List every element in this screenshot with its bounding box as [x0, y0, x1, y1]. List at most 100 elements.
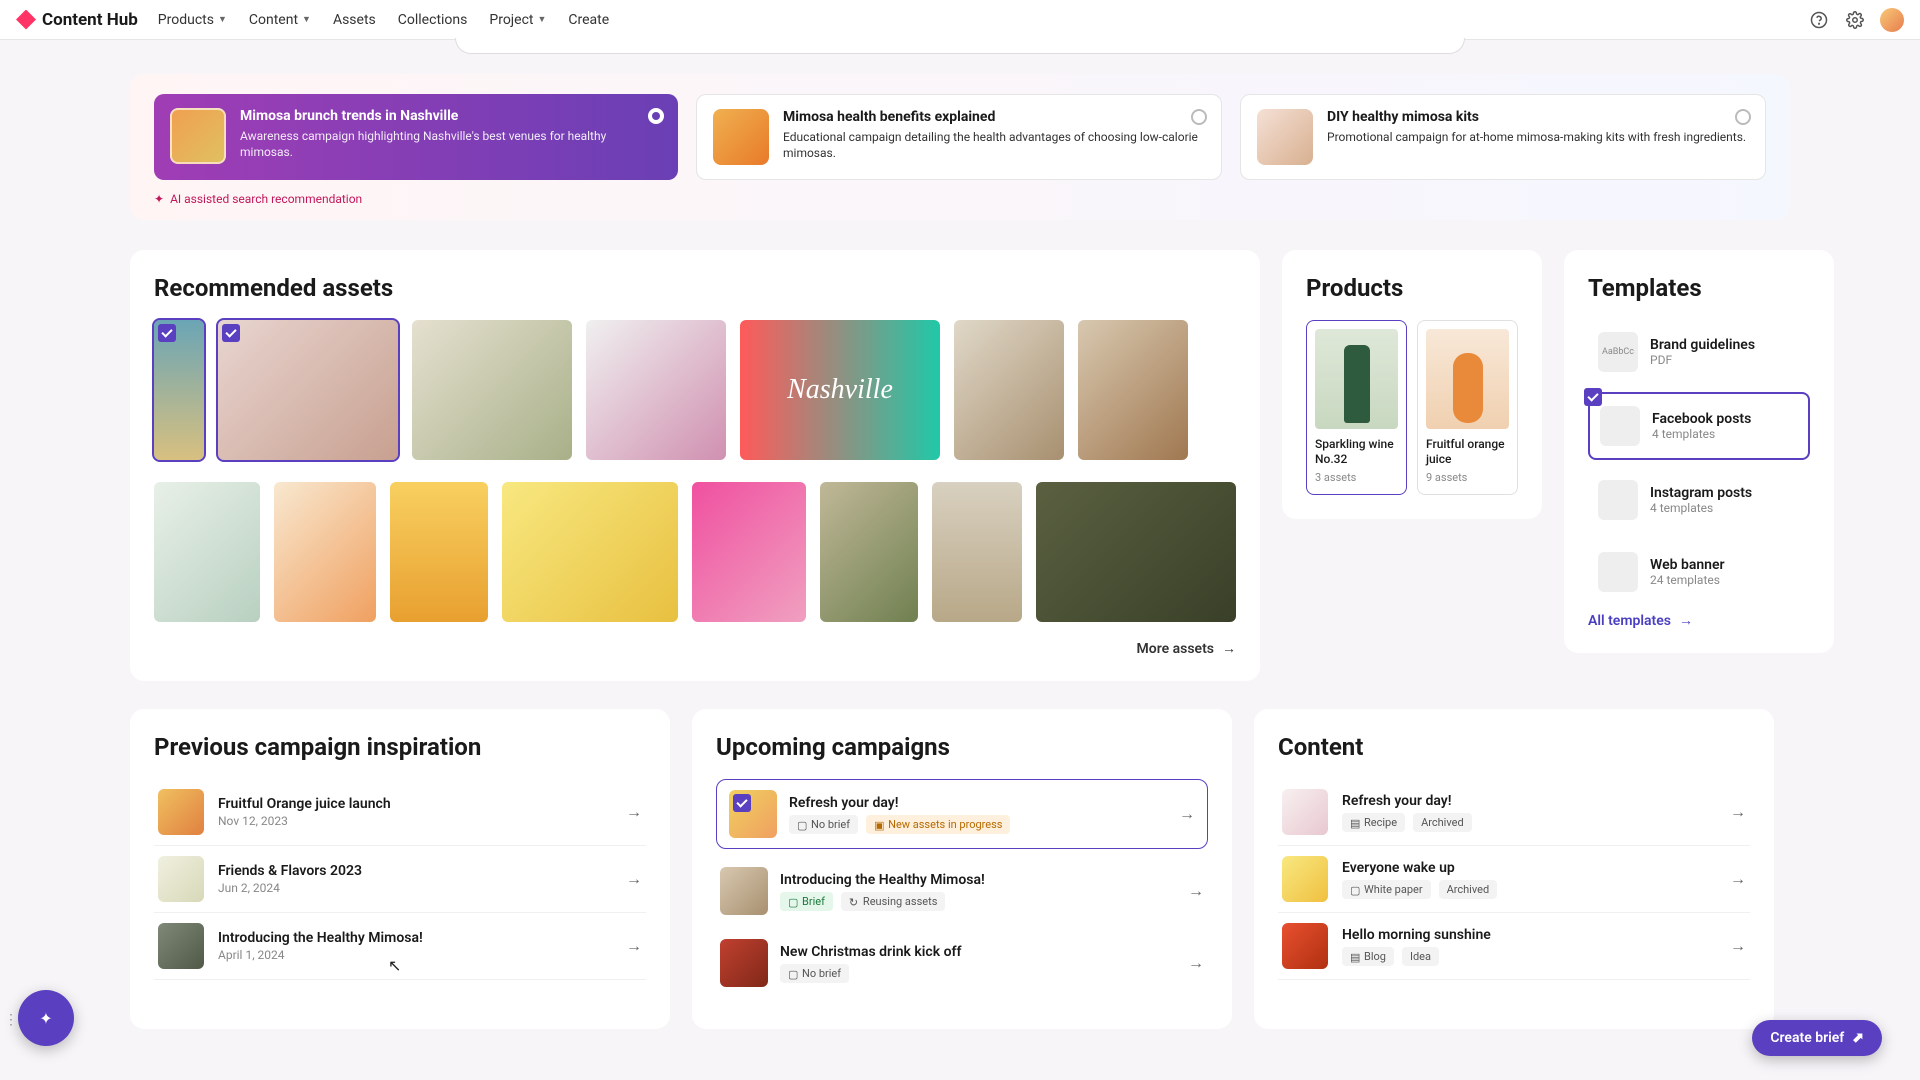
list-item[interactable]: Introducing the Healthy Mimosa!April 1, …: [154, 913, 646, 980]
nav-collections[interactable]: Collections: [398, 12, 468, 28]
asset-thumb[interactable]: [692, 482, 806, 622]
reco-card-1[interactable]: Mimosa health benefits explained Educati…: [696, 94, 1222, 180]
tag: ▢No brief: [789, 815, 858, 834]
template-item-1[interactable]: Facebook posts4 templates: [1588, 392, 1810, 460]
logo-icon: [16, 10, 36, 30]
recipe-icon: ▤: [1350, 817, 1360, 827]
chevron-down-icon: ▼: [537, 14, 546, 25]
list-item[interactable]: Everyone wake up ▢White paperArchived →: [1278, 846, 1750, 913]
asset-thumb[interactable]: [1078, 320, 1188, 460]
help-icon[interactable]: [1808, 9, 1830, 31]
asset-thumb[interactable]: [586, 320, 726, 460]
reco-thumb: [713, 109, 769, 165]
all-templates-link[interactable]: All templates →: [1588, 612, 1810, 629]
templates-heading: Templates: [1588, 274, 1810, 302]
gear-icon[interactable]: [1844, 9, 1866, 31]
reco-title: DIY healthy mimosa kits: [1327, 109, 1746, 125]
template-thumb: [1598, 480, 1638, 520]
chevron-down-icon: ▼: [302, 14, 311, 25]
template-item-2[interactable]: Instagram posts4 templates: [1588, 468, 1810, 532]
search-bar[interactable]: [455, 38, 1465, 54]
nav-project[interactable]: Project▼: [489, 12, 546, 28]
product-card-0[interactable]: Sparkling wine No.32 3 assets: [1306, 320, 1407, 495]
arrow-right-icon: →: [1679, 612, 1693, 629]
content-heading: Content: [1278, 733, 1750, 761]
arrow-right-icon: →: [1730, 869, 1746, 889]
nav-content[interactable]: Content▼: [249, 12, 311, 28]
product-card-1[interactable]: Fruitful orange juice 9 assets: [1417, 320, 1518, 495]
reco-title: Mimosa brunch trends in Nashville: [240, 108, 662, 124]
product-name: Fruitful orange juice: [1426, 437, 1509, 467]
campaign-thumb: [729, 790, 777, 838]
arrow-right-icon: →: [626, 936, 642, 956]
logo[interactable]: Content Hub: [16, 10, 138, 30]
list-item[interactable]: Fruitful Orange juice launchNov 12, 2023…: [154, 779, 646, 846]
list-item[interactable]: Hello morning sunshine ▤BlogIdea →: [1278, 913, 1750, 980]
nav-products[interactable]: Products▼: [158, 12, 227, 28]
reco-thumb: [1257, 109, 1313, 165]
search-wrap: [0, 38, 1920, 54]
check-icon: [158, 324, 176, 342]
list-item[interactable]: Refresh your day! ▤RecipeArchived →: [1278, 779, 1750, 846]
reco-card-2[interactable]: DIY healthy mimosa kits Promotional camp…: [1240, 94, 1766, 180]
list-thumb: [1282, 856, 1328, 902]
nav-items: Products▼ Content▼ Assets Collections Pr…: [158, 12, 609, 28]
chevron-down-icon: ▼: [218, 14, 227, 25]
radio-selected-icon[interactable]: [648, 108, 664, 124]
products-card: Products Sparkling wine No.32 3 assets F…: [1282, 250, 1542, 519]
sparkle-icon: ✦: [39, 1009, 52, 1028]
template-thumb: [1600, 406, 1640, 446]
asset-thumb[interactable]: [954, 320, 1064, 460]
asset-thumb[interactable]: [502, 482, 678, 622]
tag: Idea: [1402, 947, 1439, 966]
campaign-item-0[interactable]: Refresh your day! ▢No brief ▣New assets …: [716, 779, 1208, 849]
avatar[interactable]: [1880, 8, 1904, 32]
product-image: [1426, 329, 1509, 429]
radio-icon[interactable]: [1735, 109, 1751, 125]
nav-create[interactable]: Create: [568, 12, 609, 28]
check-icon: [1584, 388, 1602, 406]
asset-thumb[interactable]: [932, 482, 1022, 622]
assistant-button[interactable]: ✦: [18, 990, 74, 1046]
nav-assets[interactable]: Assets: [333, 12, 376, 28]
asset-thumb[interactable]: [412, 320, 572, 460]
arrow-right-icon: →: [626, 869, 642, 889]
arrow-right-icon: →: [626, 802, 642, 822]
top-nav: Content Hub Products▼ Content▼ Assets Co…: [0, 0, 1920, 40]
product-image: [1315, 329, 1398, 429]
tag: Archived: [1439, 880, 1498, 899]
create-brief-button[interactable]: Create brief ⬈: [1752, 1020, 1882, 1056]
asset-thumb[interactable]: [1036, 482, 1236, 622]
blog-icon: ▤: [1350, 951, 1360, 961]
asset-thumb[interactable]: [390, 482, 488, 622]
asset-thumb[interactable]: [218, 320, 398, 460]
list-thumb: [1282, 789, 1328, 835]
reco-desc: Educational campaign detailing the healt…: [783, 129, 1205, 161]
tag: ↻Reusing assets: [841, 892, 945, 911]
template-item-3[interactable]: Web banner24 templates: [1588, 540, 1810, 604]
product-count: 3 assets: [1315, 471, 1398, 484]
arrow-right-icon: →: [1730, 936, 1746, 956]
more-assets-link[interactable]: More assets →: [154, 640, 1236, 657]
campaign-item-1[interactable]: Introducing the Healthy Mimosa! ▢Brief ↻…: [716, 861, 1208, 921]
asset-thumb[interactable]: [274, 482, 376, 622]
doc-icon: ▢: [1350, 884, 1360, 894]
asset-thumb[interactable]: [154, 320, 204, 460]
template-item-0[interactable]: AaBbCc Brand guidelinesPDF: [1588, 320, 1810, 384]
campaign-item-2[interactable]: New Christmas drink kick off ▢No brief →: [716, 933, 1208, 993]
product-count: 9 assets: [1426, 471, 1509, 484]
reco-card-0[interactable]: Mimosa brunch trends in Nashville Awaren…: [154, 94, 678, 180]
reco-thumb: [170, 108, 226, 164]
asset-thumb[interactable]: [820, 482, 918, 622]
campaign-thumb: [720, 867, 768, 915]
product-name: Sparkling wine No.32: [1315, 437, 1398, 467]
list-item[interactable]: Friends & Flavors 2023Jun 2, 2024 →: [154, 846, 646, 913]
asset-thumb-nashville[interactable]: Nashville: [740, 320, 940, 460]
arrow-right-icon: →: [1188, 881, 1204, 901]
tag: Archived: [1413, 813, 1472, 832]
ai-line: ✦ AI assisted search recommendation: [154, 192, 1766, 206]
asset-thumb[interactable]: [154, 482, 260, 622]
radio-icon[interactable]: [1191, 109, 1207, 125]
list-thumb: [158, 789, 204, 835]
upcoming-campaigns-card: Upcoming campaigns Refresh your day! ▢No…: [692, 709, 1232, 1029]
